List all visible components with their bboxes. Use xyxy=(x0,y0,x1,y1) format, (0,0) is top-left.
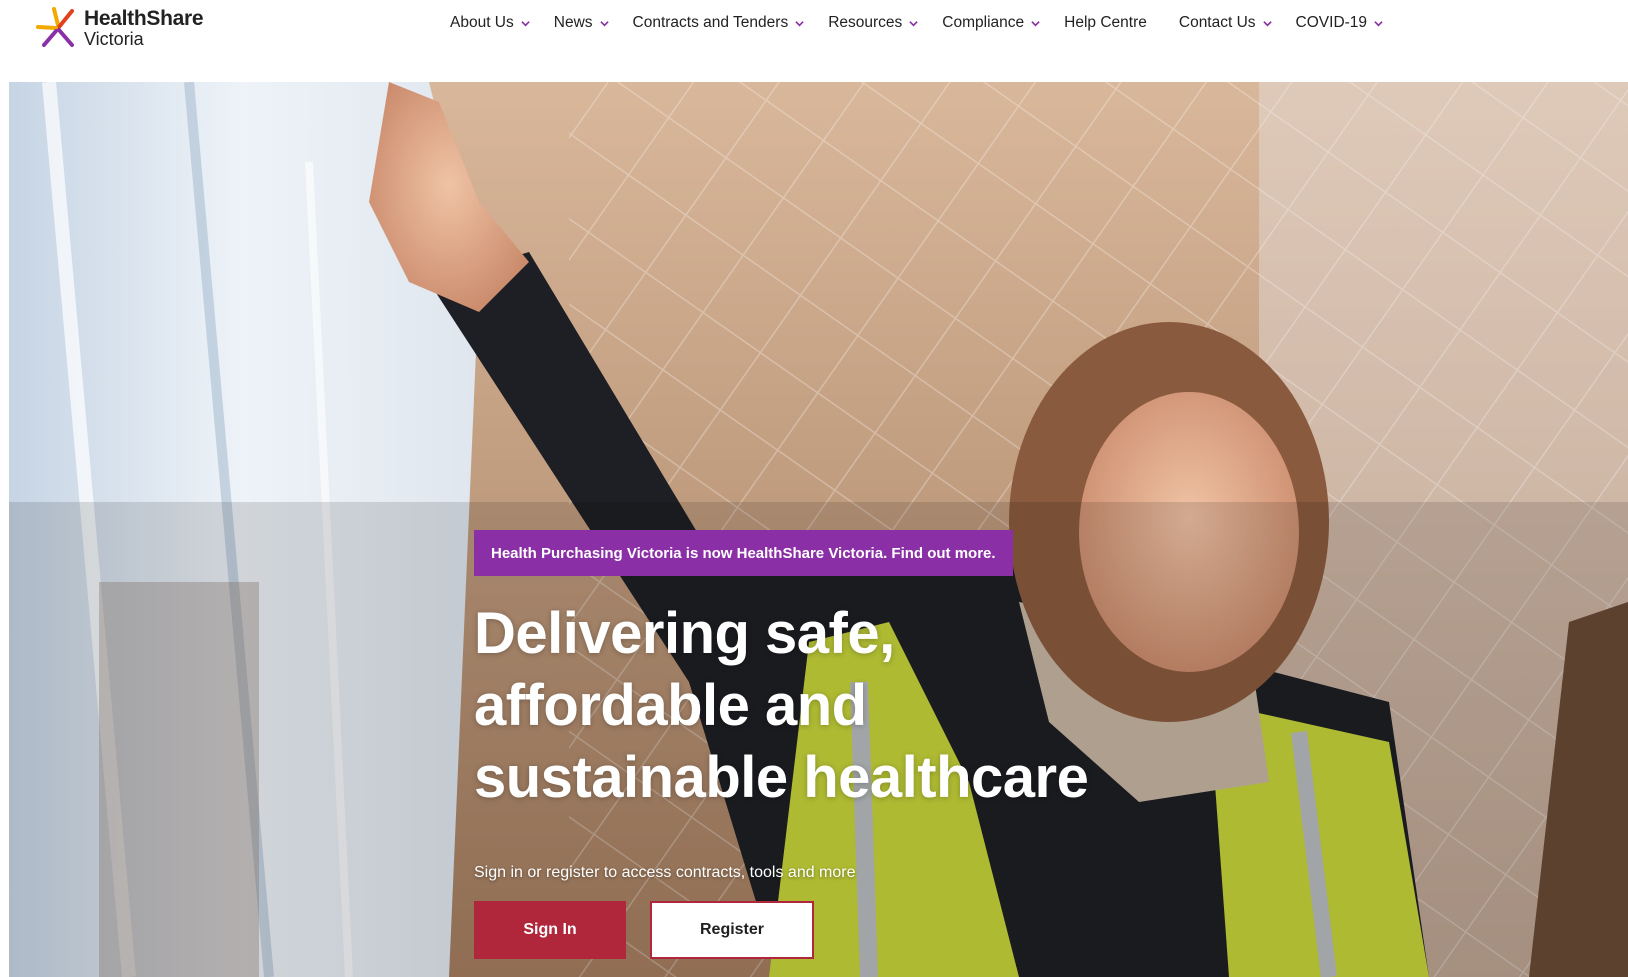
chevron-down-icon xyxy=(1262,20,1272,26)
nav-item-compliance[interactable]: Compliance xyxy=(942,14,1040,32)
nav-item-about-us[interactable]: About Us xyxy=(450,14,530,32)
nav-item-covid-19[interactable]: COVID-19 xyxy=(1296,14,1384,32)
hero-banner: Health Purchasing Victoria is now Health… xyxy=(9,82,1628,977)
headline-line-1: Delivering safe, xyxy=(474,601,895,666)
announcement-banner[interactable]: Health Purchasing Victoria is now Health… xyxy=(474,530,1013,576)
nav-label: Contact Us xyxy=(1178,14,1256,31)
nav-label: News xyxy=(553,14,593,31)
main-nav: About Us News Contracts and Tenders Reso… xyxy=(450,14,1383,32)
chevron-down-icon xyxy=(1031,20,1040,26)
nav-label: Resources xyxy=(828,14,903,31)
hero-content: Health Purchasing Victoria is now Health… xyxy=(474,530,1234,959)
logo-name: HealthShare xyxy=(84,7,204,30)
nav-item-resources[interactable]: Resources xyxy=(828,14,918,32)
chevron-down-icon xyxy=(521,20,530,26)
nav-label: Contracts and Tenders xyxy=(632,14,789,31)
hero-subtext: Sign in or register to access contracts,… xyxy=(474,864,856,881)
headline-line-3: sustainable healthcare xyxy=(474,745,1089,810)
register-button[interactable]: Register xyxy=(650,901,814,959)
chevron-down-icon xyxy=(909,20,918,26)
nav-label: COVID-19 xyxy=(1295,14,1368,31)
healthshare-logo[interactable]: HealthShare Victoria xyxy=(36,5,204,49)
sign-in-button[interactable]: Sign In xyxy=(474,901,626,959)
logo-mark-icon xyxy=(36,7,74,47)
nav-item-contracts-and-tenders[interactable]: Contracts and Tenders xyxy=(633,14,805,32)
site-header: HealthShare Victoria About Us News Contr… xyxy=(0,0,1628,82)
headline-line-2: affordable and xyxy=(474,673,867,738)
hero-actions: Sign In Register xyxy=(474,901,1234,959)
nav-item-contact-us[interactable]: Contact Us xyxy=(1179,14,1272,32)
nav-label: About Us xyxy=(450,14,514,31)
hero-headline: Delivering safe, affordable and sustaina… xyxy=(474,598,1234,814)
chevron-down-icon xyxy=(795,20,804,26)
logo-sub: Victoria xyxy=(84,29,144,49)
chevron-down-icon xyxy=(1374,20,1383,26)
nav-label: Compliance xyxy=(942,14,1025,31)
nav-item-help-centre[interactable]: Help Centre xyxy=(1064,14,1147,32)
chevron-down-icon xyxy=(599,20,609,26)
nav-label: Help Centre xyxy=(1064,14,1147,31)
nav-item-news[interactable]: News xyxy=(554,14,609,32)
